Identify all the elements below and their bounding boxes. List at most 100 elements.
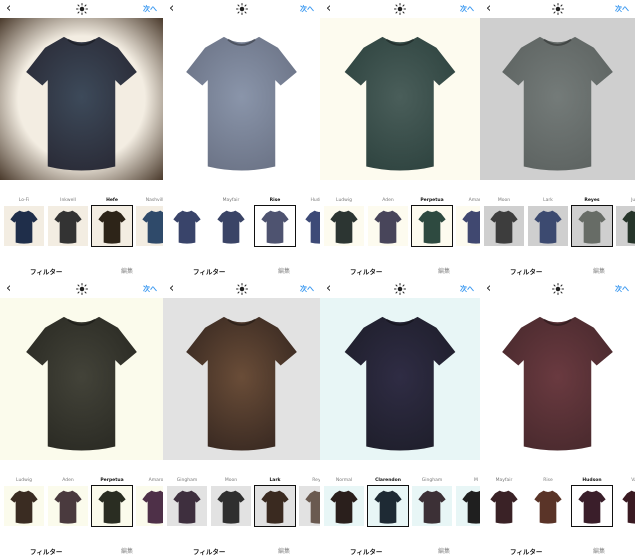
tshirt-thumbnail-image [98,490,126,524]
next-button[interactable]: 次へ [615,284,629,294]
filter-thumbnail[interactable] [91,205,133,247]
tab-filter[interactable]: フィルター [30,266,62,276]
filter-thumbnail-strip [163,485,320,528]
next-button[interactable]: 次へ [143,4,157,14]
tshirt-image [344,36,456,171]
filter-name-row: Ludwig Aden Perpetua Amaro [320,198,480,206]
tshirt-thumbnail-image [490,490,518,524]
filter-thumbnail[interactable] [324,486,364,526]
tab-filter[interactable]: フィルター [30,546,62,556]
tab-filter[interactable]: フィルター [350,266,382,276]
filter-thumbnail[interactable] [367,485,409,527]
filter-thumbnail[interactable] [299,206,320,246]
back-chevron-icon[interactable]: ‹ [326,282,331,295]
brightness-icon[interactable] [394,283,406,295]
filter-thumbnail[interactable] [484,206,524,246]
filter-thumbnail[interactable] [254,205,296,247]
filter-thumbnail[interactable] [136,486,163,526]
back-chevron-icon[interactable]: ‹ [169,2,174,15]
filter-thumbnail[interactable] [167,206,207,246]
filter-thumbnail[interactable] [136,206,163,246]
back-chevron-icon[interactable]: ‹ [6,2,11,15]
back-chevron-icon[interactable]: ‹ [326,2,331,15]
tshirt-thumbnail-image [305,210,320,244]
filter-editor-panel: ‹ 次へ Moon Lark Reyes Juno フィルター 編集 [480,0,635,280]
filter-thumbnail[interactable] [167,486,207,526]
brightness-icon[interactable] [235,283,248,295]
filter-thumbnail[interactable] [412,486,452,526]
next-button[interactable]: 次へ [300,284,314,294]
filter-thumbnail[interactable] [211,206,251,246]
top-nav-bar: ‹ 次へ [320,0,480,18]
back-chevron-icon[interactable]: ‹ [6,282,11,295]
filter-name-row: Mayfair Rise Hudson [163,198,320,206]
filter-thumbnail[interactable] [528,486,568,526]
filter-thumbnail[interactable] [4,206,44,246]
tab-edit[interactable]: 編集 [438,266,450,275]
tshirt-image [502,316,613,451]
filter-name: Juno [631,198,635,203]
tab-edit[interactable]: 編集 [121,266,133,275]
filter-name-row: Mayfair Rise Hudson Vale [480,478,635,486]
filter-thumbnail[interactable] [324,206,364,246]
filter-thumbnail[interactable] [368,206,408,246]
filter-name-row: Normal Clarendon Gingham M [320,478,480,486]
tshirt-thumbnail-image [462,490,480,524]
filter-thumbnail[interactable] [456,486,480,526]
filter-thumbnail[interactable] [48,486,88,526]
tab-edit[interactable]: 編集 [121,546,133,555]
filter-thumbnail[interactable] [4,486,44,526]
next-button[interactable]: 次へ [143,284,157,294]
tab-edit[interactable]: 編集 [278,266,290,275]
brightness-icon[interactable] [75,283,88,295]
brightness-icon[interactable] [75,3,88,15]
filter-thumbnail-strip [480,205,635,248]
tab-edit[interactable]: 編集 [593,266,605,275]
brightness-icon[interactable] [551,3,564,15]
tab-filter[interactable]: フィルター [510,546,542,556]
tab-filter[interactable]: フィルター [193,266,225,276]
filter-thumbnail[interactable] [484,486,524,526]
filter-thumbnail[interactable] [456,206,480,246]
filter-thumbnail[interactable] [571,485,613,527]
filter-name: M [474,478,478,483]
filter-thumbnail[interactable] [571,205,613,247]
filter-thumbnail[interactable] [299,486,320,526]
tab-edit[interactable]: 編集 [438,546,450,555]
next-button[interactable]: 次へ [615,4,629,14]
filter-name: Aden [382,198,394,203]
tab-filter[interactable]: フィルター [510,266,542,276]
filter-thumbnail[interactable] [616,206,635,246]
filter-name: Reyes [584,198,600,203]
filter-thumbnail[interactable] [211,486,251,526]
tshirt-thumbnail-image [622,210,635,244]
next-button[interactable]: 次へ [460,4,474,14]
tab-edit[interactable]: 編集 [593,546,605,555]
filter-name: Amaro [468,198,480,203]
next-button[interactable]: 次へ [300,4,314,14]
filter-editor-panel: ‹ 次へ Mayfair Rise Hudson フィルター 編集 [163,0,320,280]
filter-thumbnail[interactable] [528,206,568,246]
filter-thumbnail[interactable] [411,205,453,247]
filter-thumbnail[interactable] [91,485,133,527]
brightness-icon[interactable] [235,3,248,15]
tab-filter[interactable]: フィルター [350,546,382,556]
brightness-icon[interactable] [551,283,564,295]
tab-filter[interactable]: フィルター [193,546,225,556]
photo-preview [320,18,480,180]
filter-name: Perpetua [100,478,124,483]
filter-name: Ludwig [16,478,32,483]
filter-thumbnail-strip [163,205,320,248]
tshirt-thumbnail-image [578,210,606,244]
back-chevron-icon[interactable]: ‹ [486,282,491,295]
tshirt-thumbnail-image [173,210,201,244]
tab-edit[interactable]: 編集 [278,546,290,555]
filter-thumbnail[interactable] [48,206,88,246]
brightness-icon[interactable] [394,3,406,15]
back-chevron-icon[interactable]: ‹ [169,282,174,295]
filter-thumbnail[interactable] [254,485,296,527]
next-button[interactable]: 次へ [460,284,474,294]
filter-name: Hudson [582,478,602,483]
back-chevron-icon[interactable]: ‹ [486,2,491,15]
filter-thumbnail[interactable] [616,486,635,526]
